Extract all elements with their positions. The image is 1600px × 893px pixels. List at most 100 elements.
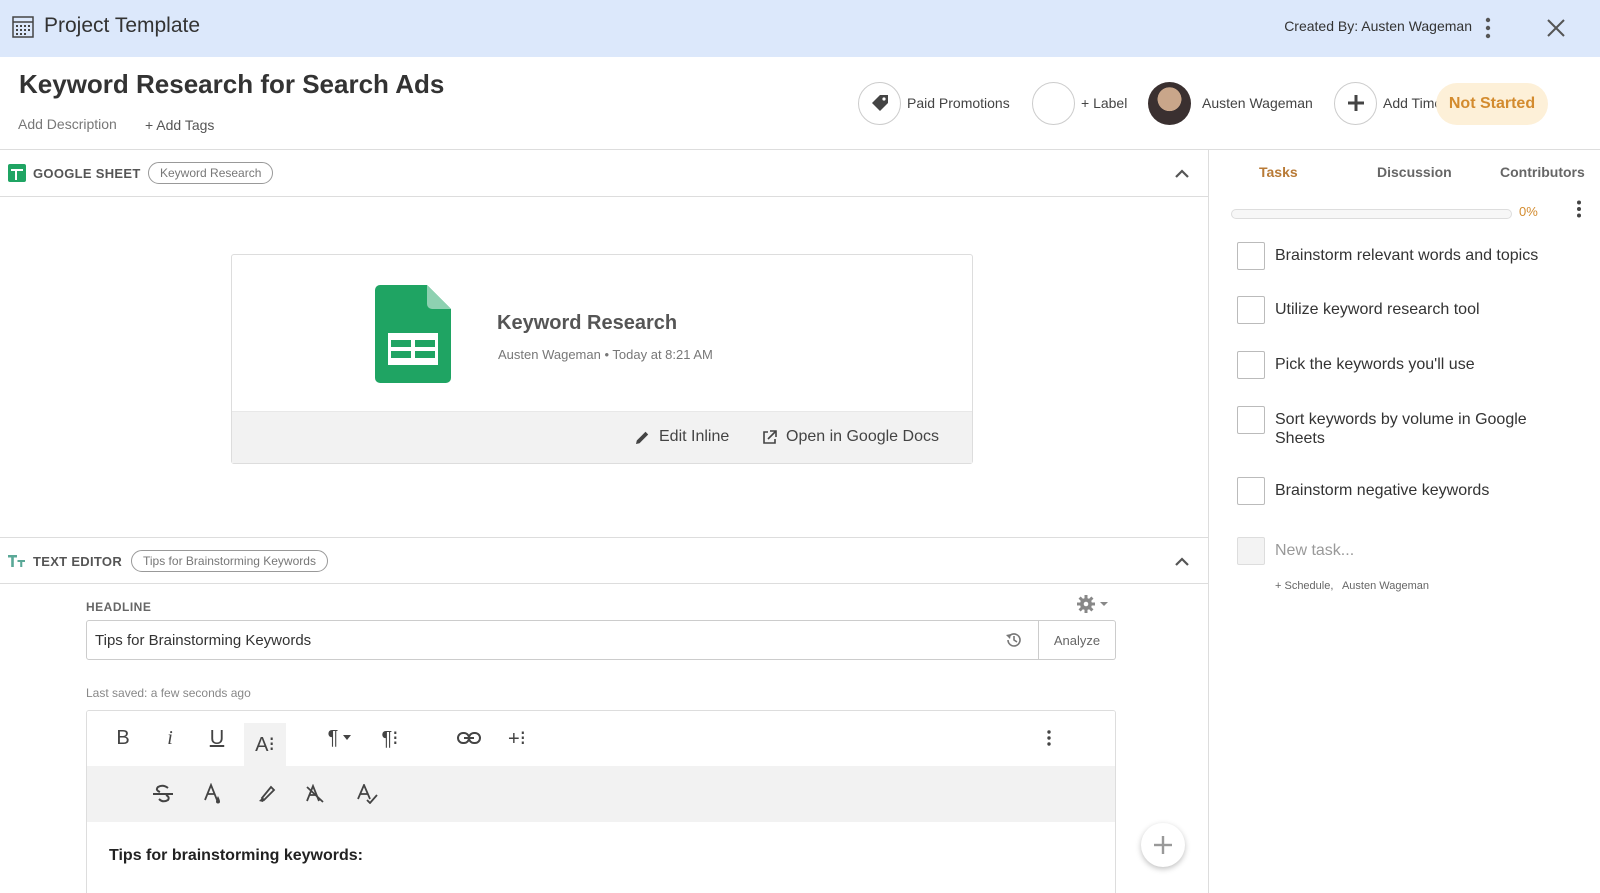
task-progress-percent: 0% <box>1519 204 1538 219</box>
paragraph-label: ¶ <box>327 726 339 749</box>
window-title: Project Template <box>44 14 201 37</box>
task-text[interactable]: Brainstorm relevant words and topics <box>1275 242 1538 270</box>
highlighter-icon <box>259 785 276 802</box>
tag-icon <box>858 81 901 125</box>
clear-formatting-button[interactable] <box>295 774 335 814</box>
open-in-google-docs-label: Open in Google Docs <box>786 428 939 445</box>
task-item[interactable]: Brainstorm negative keywords <box>1237 477 1577 505</box>
edit-inline-label: Edit Inline <box>659 428 730 445</box>
task-text[interactable]: Sort keywords by volume in Google Sheets <box>1275 406 1577 448</box>
new-task-meta[interactable]: + Schedule, Austen Wageman <box>1275 580 1429 592</box>
editor-toolbar-secondary <box>87 766 1115 822</box>
assignee-name: Austen Wageman <box>1202 95 1313 111</box>
bold-button[interactable]: B <box>103 718 143 758</box>
task-item[interactable]: Brainstorm relevant words and topics <box>1237 242 1577 270</box>
tab-contributors[interactable]: Contributors <box>1500 164 1585 180</box>
headline-input[interactable]: Tips for Brainstorming Keywords <box>86 620 1039 660</box>
plus-icon <box>1154 836 1172 854</box>
highlight-button[interactable] <box>245 774 285 814</box>
spellcheck-icon <box>357 784 378 804</box>
more-options-icon[interactable] <box>1029 718 1069 758</box>
task-checkbox[interactable] <box>1237 406 1265 434</box>
new-task-row[interactable]: New task... <box>1237 537 1577 565</box>
category-chip[interactable]: Paid Promotions <box>858 81 1010 125</box>
history-icon[interactable] <box>1005 631 1023 649</box>
tab-tasks[interactable]: Tasks <box>1259 164 1298 180</box>
label-color-circle <box>1032 81 1075 125</box>
add-time-chip[interactable]: Add Time <box>1334 81 1442 125</box>
paragraph-button[interactable]: ¶ <box>320 718 360 758</box>
task-item[interactable]: Utilize keyword research tool <box>1237 296 1577 324</box>
task-sidebar: Tasks Discussion Contributors 0% Brainst… <box>1208 150 1600 893</box>
task-checkbox[interactable] <box>1237 296 1265 324</box>
analyze-button[interactable]: Analyze <box>1039 620 1116 660</box>
paragraph-format-button[interactable]: ¶⁝ <box>370 718 410 758</box>
new-task-input[interactable]: New task... <box>1275 537 1354 565</box>
edit-inline-button[interactable]: Edit Inline <box>635 428 729 446</box>
section-pill[interactable]: Keyword Research <box>148 162 274 184</box>
pencil-icon <box>636 431 649 444</box>
chevron-up-icon[interactable] <box>1174 554 1190 570</box>
section-title: TEXT EDITOR <box>33 554 123 569</box>
add-description-link[interactable]: Add Description <box>18 116 117 132</box>
add-label-chip[interactable]: + Label <box>1032 81 1127 125</box>
tab-discussion[interactable]: Discussion <box>1377 164 1452 180</box>
add-block-button[interactable] <box>1141 823 1185 867</box>
task-checkbox[interactable] <box>1237 351 1265 379</box>
task-text[interactable]: Pick the keywords you'll use <box>1275 351 1475 379</box>
more-options-icon[interactable] <box>1576 200 1582 218</box>
project-title[interactable]: Keyword Research for Search Ads <box>19 69 444 100</box>
file-owner: Austen Wageman <box>498 347 601 362</box>
task-text[interactable]: Brainstorm negative keywords <box>1275 477 1489 505</box>
text-color-button[interactable] <box>193 774 233 814</box>
new-task-checkbox <box>1237 537 1265 565</box>
chevron-up-icon[interactable] <box>1174 166 1190 182</box>
editor-toolbar-primary: B i U A⁝ ¶ ¶⁝ +⁝ <box>87 711 1115 766</box>
close-icon[interactable] <box>1542 14 1570 42</box>
top-bar: Project Template Created By: Austen Wage… <box>0 0 1600 57</box>
task-text[interactable]: Utilize keyword research tool <box>1275 296 1480 324</box>
section-pill[interactable]: Tips for Brainstorming Keywords <box>131 550 328 572</box>
status-badge[interactable]: Not Started <box>1436 83 1548 125</box>
text-editor-section-header: TEXT EDITOR Tips for Brainstorming Keywo… <box>0 537 1208 584</box>
spellcheck-button[interactable] <box>347 774 387 814</box>
task-item[interactable]: Pick the keywords you'll use <box>1237 351 1577 379</box>
add-tags-link[interactable]: + Add Tags <box>145 117 214 133</box>
template-icon <box>12 16 34 38</box>
gear-icon[interactable] <box>1076 594 1110 614</box>
caret-down-icon <box>343 735 352 740</box>
last-saved-text: Last saved: a few seconds ago <box>86 686 251 700</box>
more-options-icon[interactable] <box>1478 14 1498 42</box>
headline-label: HEADLINE <box>86 600 152 614</box>
add-time-label: Add Time <box>1383 95 1443 111</box>
underline-button[interactable]: U <box>197 718 237 758</box>
editor-content-heading[interactable]: Tips for brainstorming keywords: <box>109 847 363 865</box>
assignee-chip[interactable]: Austen Wageman <box>1148 81 1313 125</box>
card-footer: Edit Inline Open in Google Docs <box>232 411 972 463</box>
link-button[interactable] <box>449 718 489 758</box>
open-in-google-docs-button[interactable]: Open in Google Docs <box>762 428 939 446</box>
task-item[interactable]: Sort keywords by volume in Google Sheets <box>1237 406 1577 448</box>
task-checkbox[interactable] <box>1237 242 1265 270</box>
text-type-icon <box>8 555 25 567</box>
italic-button[interactable]: i <box>150 718 190 758</box>
created-by: Created By: Austen Wageman <box>1284 18 1472 34</box>
file-name: Keyword Research <box>497 312 678 334</box>
strikethrough-button[interactable] <box>143 774 183 814</box>
add-label-text: + Label <box>1081 95 1128 111</box>
google-sheets-icon <box>8 164 26 182</box>
google-sheet-section-header: GOOGLE SHEET Keyword Research <box>0 150 1208 197</box>
plus-icon <box>1334 81 1377 125</box>
main-content: GOOGLE SHEET Keyword Research Keyword Re… <box>0 150 1208 893</box>
spreadsheet-file-icon <box>375 285 451 383</box>
clear-formatting-icon <box>306 784 324 803</box>
google-sheet-card[interactable]: Keyword Research Austen Wageman • Today … <box>231 254 973 464</box>
task-checkbox[interactable] <box>1237 477 1265 505</box>
font-size-button[interactable]: A⁝ <box>244 723 286 766</box>
avatar <box>1148 81 1191 125</box>
section-title: GOOGLE SHEET <box>33 166 141 181</box>
rich-text-editor[interactable]: B i U A⁝ ¶ ¶⁝ +⁝ Tips for brainstorming … <box>86 710 1116 893</box>
insert-more-button[interactable]: +⁝ <box>497 718 537 758</box>
file-meta: Austen Wageman • Today at 8:21 AM <box>498 347 713 362</box>
category-label: Paid Promotions <box>907 95 1010 111</box>
